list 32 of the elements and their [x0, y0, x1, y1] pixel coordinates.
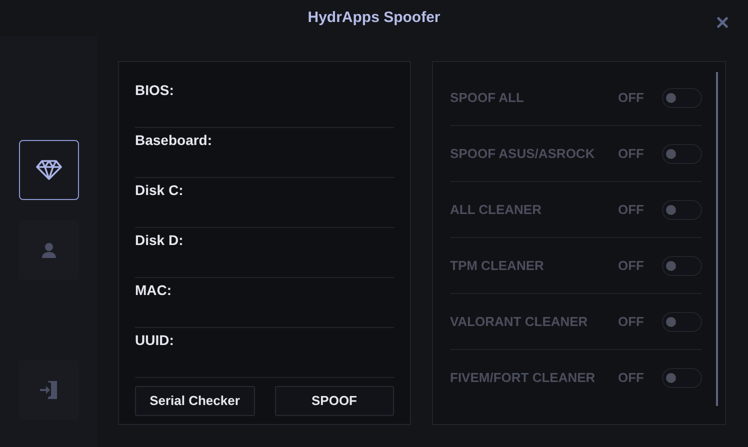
toggle-state: OFF	[618, 200, 645, 219]
sidebar-item[interactable]	[18, 140, 78, 200]
field-label: UUID:	[135, 331, 174, 350]
toggle-switch[interactable]	[662, 312, 702, 332]
toggle-switch[interactable]	[662, 144, 702, 164]
scrollbar[interactable]	[716, 72, 718, 406]
user-icon	[42, 242, 56, 258]
option-label: SPOOF ASUS/ASROCK	[450, 144, 596, 163]
option-label: VALORANT CLEANER	[450, 312, 589, 331]
field-label: BIOS:	[135, 81, 174, 100]
toggle-state: OFF	[618, 369, 645, 388]
field-label: Disk D:	[135, 231, 184, 250]
exit-door-icon	[38, 380, 58, 400]
diamond-icon	[36, 159, 62, 181]
toggle-state: OFF	[618, 88, 645, 107]
field-label: MAC:	[135, 281, 172, 300]
toggle-switch[interactable]	[662, 88, 702, 108]
option-label: FIVEM/FORT CLEANER	[450, 369, 596, 388]
action-button[interactable]: SPOOF	[274, 386, 394, 416]
window-title: HydrApps Spoofer	[308, 8, 440, 28]
option-label: SPOOF ALL	[450, 88, 525, 107]
toggle-switch[interactable]	[662, 200, 702, 220]
option-label: ALL CLEANER	[450, 200, 542, 219]
field-label: Baseboard:	[135, 131, 212, 150]
field-label: Disk C:	[135, 181, 184, 200]
toggle-switch[interactable]	[662, 256, 702, 276]
toggle-state: OFF	[618, 256, 645, 275]
option-label: TPM CLEANER	[450, 256, 545, 275]
toggle-state: OFF	[618, 144, 645, 163]
action-button[interactable]: Serial Checker	[135, 386, 254, 416]
toggle-switch[interactable]	[662, 368, 702, 388]
toggle-state: OFF	[618, 312, 645, 331]
